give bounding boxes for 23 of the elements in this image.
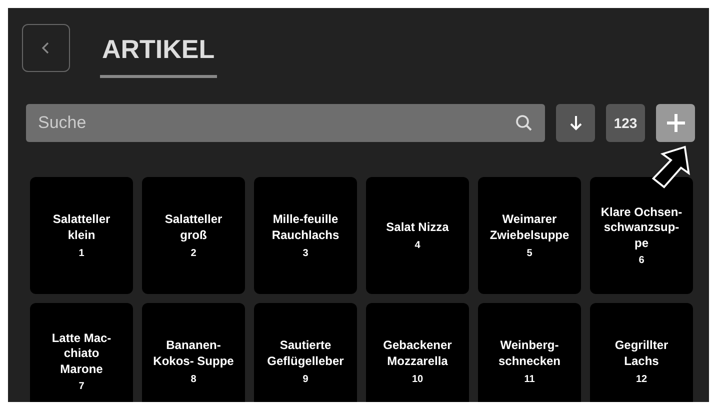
article-tile[interactable]: Salatteller klein 1 — [30, 177, 133, 294]
sort-button[interactable] — [556, 104, 595, 142]
search-icon — [515, 114, 533, 132]
page-title: ARTIKEL — [100, 24, 217, 78]
back-icon — [41, 41, 51, 55]
add-button[interactable] — [656, 104, 695, 142]
down-arrow-icon — [568, 114, 582, 132]
article-tile[interactable]: Sautierte Geflügelleber 9 — [254, 303, 357, 402]
article-tile[interactable]: Gebackener Mozzarella 10 — [366, 303, 469, 402]
article-tile[interactable]: Weinberg- schnecken 11 — [478, 303, 581, 402]
article-tile[interactable]: Weimarer Zwiebelsuppe 5 — [478, 177, 581, 294]
article-tile[interactable]: Latte Mac- chiato Marone 7 — [30, 303, 133, 402]
back-button[interactable] — [22, 24, 70, 72]
number-button[interactable]: 123 — [606, 104, 645, 142]
article-tile[interactable]: Salatteller groß 2 — [142, 177, 245, 294]
search-field[interactable]: Suche — [26, 104, 545, 142]
article-tile[interactable]: Mille-feuille Rauchlachs 3 — [254, 177, 357, 294]
article-tile[interactable]: Gegrillter Lachs 12 — [590, 303, 693, 402]
pointer-arrow — [651, 144, 691, 190]
article-tile[interactable]: Klare Ochsen- schwanzsup- pe 6 — [590, 177, 693, 294]
article-tile[interactable]: Salat Nizza 4 — [366, 177, 469, 294]
article-tile[interactable]: Bananen- Kokos- Suppe 8 — [142, 303, 245, 402]
plus-icon — [664, 112, 686, 134]
